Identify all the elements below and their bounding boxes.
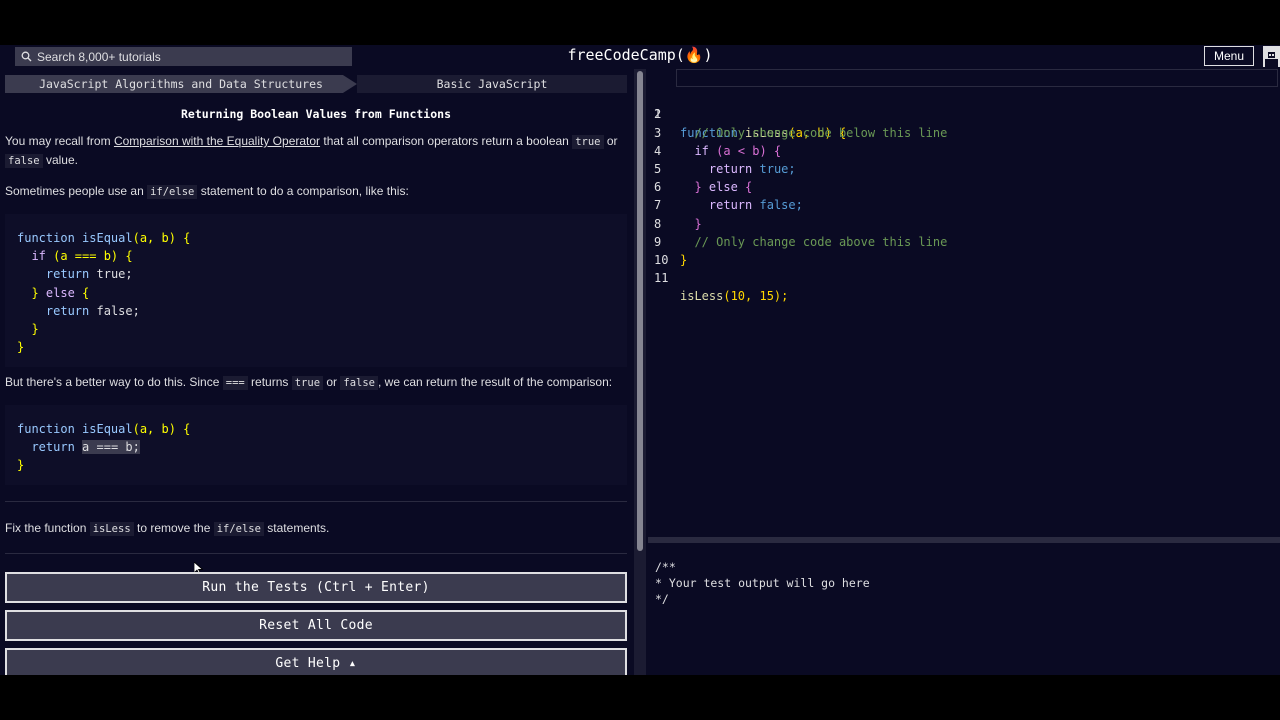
editor-line[interactable]: 8 // Only change code above this line: [648, 196, 1280, 249]
inline-code: if/else: [147, 185, 198, 199]
output-line: * Your test output will go here: [655, 576, 870, 590]
menu-button[interactable]: Menu: [1204, 46, 1254, 66]
avatar[interactable]: [1263, 46, 1280, 67]
challenge-title: Returning Boolean Values from Functions: [180, 107, 452, 121]
editor-line[interactable]: 11 isLess(10, 15);: [648, 251, 1280, 303]
inline-code: isLess: [89, 522, 134, 536]
code-token: }: [31, 322, 39, 337]
inline-code: false: [340, 376, 378, 390]
text: Fix the function: [5, 521, 90, 535]
code-token: return: [45, 303, 90, 318]
text: or: [603, 134, 618, 148]
text: statements.: [263, 521, 330, 535]
inline-code: true: [291, 376, 324, 390]
editor-line[interactable]: 7 }: [648, 178, 1280, 230]
instructions-scrollbar[interactable]: [634, 69, 646, 675]
comparison-operator-link[interactable]: Comparison with the Equality Operator: [114, 134, 320, 148]
editor-line[interactable]: 1 function isLess(a, b) {: [648, 69, 1280, 140]
breadcrumb: JavaScript Algorithms and Data Structure…: [5, 75, 627, 93]
editor-line[interactable]: 3 if (a < b) {: [648, 105, 1280, 158]
code-token: if: [31, 249, 46, 264]
editor-line[interactable]: 2 // Only change code below this line: [648, 87, 1280, 139]
run-tests-button[interactable]: Run the Tests (Ctrl + Enter): [5, 572, 627, 603]
text: that all comparison operators return a b…: [320, 134, 573, 148]
text: Sometimes people use an: [5, 184, 148, 198]
app-window: Search 8,000+ tutorials freeCodeCamp(🔥) …: [0, 45, 1280, 675]
current-line-highlight: [676, 69, 1278, 88]
code-token: {: [74, 285, 90, 300]
fcc-logo[interactable]: freeCodeCamp(🔥): [567, 46, 712, 64]
text: You may recall from: [5, 134, 114, 148]
editor-line[interactable]: 6 return false;: [648, 160, 1280, 212]
editor-line[interactable]: 5 } else {: [648, 142, 1280, 194]
paragraph-3: But there's a better way to do this. Sin…: [5, 373, 625, 392]
text: But there's a better way to do this. Sin…: [5, 375, 223, 389]
inline-code: ===: [222, 376, 248, 390]
code-token: else: [38, 285, 75, 300]
text: returns: [247, 375, 292, 389]
test-output-panel: /** * Your test output will go here */: [648, 543, 1280, 651]
code-token: return: [45, 267, 90, 282]
selected-code: a === b;: [82, 440, 140, 455]
text: statement to do a comparison, like this:: [197, 184, 409, 198]
breadcrumb-superblock[interactable]: JavaScript Algorithms and Data Structure…: [5, 75, 357, 93]
editor-line[interactable]: 10: [648, 233, 1280, 267]
code-token: (a, b) {: [132, 231, 191, 245]
code-token: (a, b) {: [132, 422, 191, 436]
code-example-1: function isEqual(a, b) { if (a === b) { …: [5, 214, 627, 367]
code-token: }: [17, 458, 25, 473]
search-placeholder: Search 8,000+ tutorials: [37, 49, 161, 64]
code-token: function: [17, 422, 75, 436]
instructions-panel: JavaScript Algorithms and Data Structure…: [0, 69, 634, 675]
paragraph-4: Fix the function isLess to remove the if…: [5, 519, 625, 538]
code-token: }: [31, 285, 39, 300]
inline-code: false: [5, 154, 43, 168]
search-icon: [21, 51, 32, 62]
code-token: isEqual: [82, 231, 133, 245]
code-token: }: [17, 340, 25, 355]
top-nav: Search 8,000+ tutorials freeCodeCamp(🔥) …: [0, 45, 1280, 69]
reset-code-button[interactable]: Reset All Code: [5, 610, 627, 641]
scrollbar-thumb[interactable]: [637, 71, 643, 551]
paragraph-1: You may recall from Comparison with the …: [5, 132, 625, 170]
text: or: [323, 375, 341, 389]
inline-code: if/else: [213, 522, 264, 536]
user-avatar-icon: [1265, 52, 1278, 67]
divider: [5, 501, 627, 502]
code-token: false;: [89, 303, 140, 318]
code-token: (a === b) {: [45, 249, 133, 264]
code-example-2: function isEqual(a, b) { return a === b;…: [5, 405, 627, 485]
code-token: function: [17, 231, 75, 245]
code-token: (10, 15);: [723, 289, 789, 304]
divider: [5, 553, 627, 554]
text: value.: [42, 153, 78, 167]
text: to remove the: [133, 521, 214, 535]
output-line: */: [655, 592, 669, 606]
get-help-button[interactable]: Get Help ▴: [5, 648, 627, 675]
editor-line[interactable]: 9 }: [648, 215, 1280, 267]
code-token: isLess: [680, 289, 724, 304]
code-editor[interactable]: 1 function isLess(a, b) { 2 // Only chan…: [648, 69, 1280, 539]
code-token: return: [31, 440, 75, 455]
paragraph-2: Sometimes people use an if/else statemen…: [5, 182, 625, 201]
inline-code: true: [572, 135, 604, 149]
editor-line[interactable]: 4 return true;: [648, 124, 1280, 176]
line-number: 11: [654, 271, 669, 286]
text: , we can return the result of the compar…: [377, 375, 613, 389]
output-line: /**: [655, 560, 676, 574]
search-input[interactable]: Search 8,000+ tutorials: [15, 47, 352, 66]
breadcrumb-block[interactable]: Basic JavaScript: [357, 75, 627, 93]
code-token: true;: [89, 267, 133, 282]
code-token: isEqual: [82, 422, 133, 436]
